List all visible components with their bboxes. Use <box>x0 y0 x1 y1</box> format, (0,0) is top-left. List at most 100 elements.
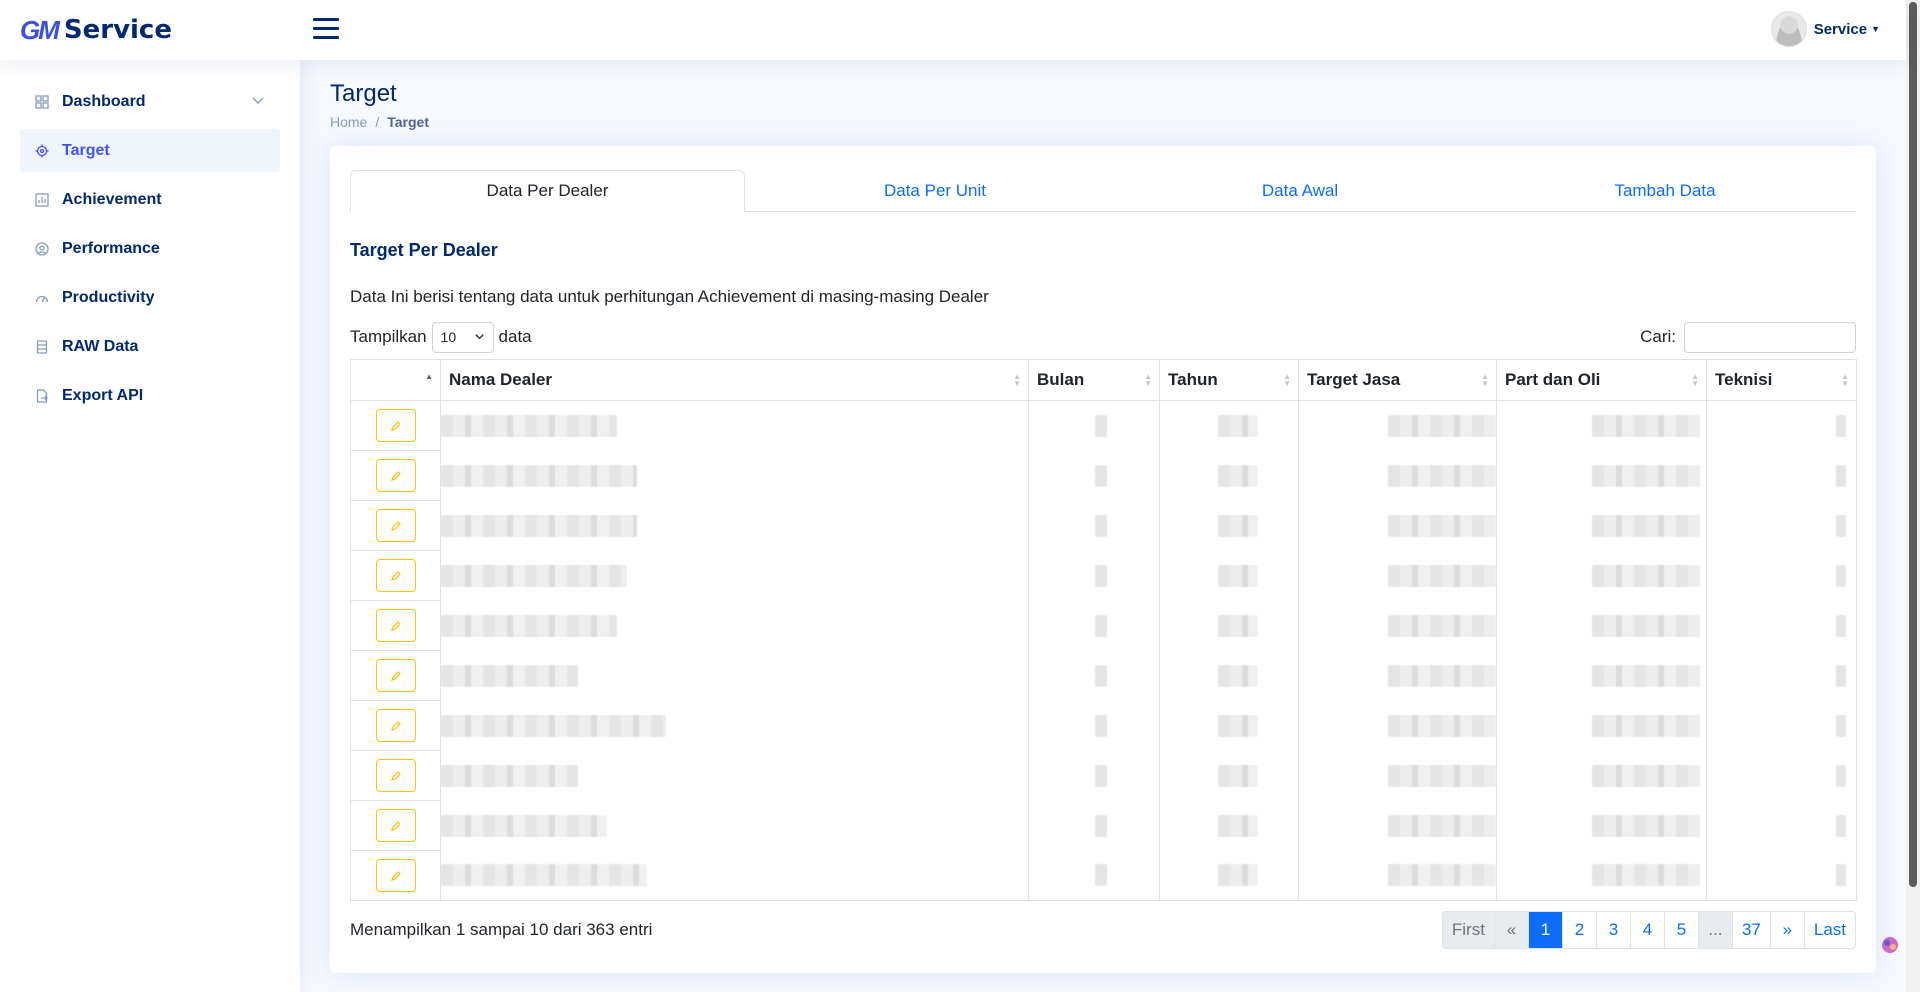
scrollbar-thumb[interactable] <box>1909 2 1917 887</box>
part-dan-oli-cell <box>1496 750 1707 801</box>
column-header-target-jasa[interactable]: Target Jasa ▲ ▼ <box>1298 359 1497 401</box>
target-jasa-cell <box>1298 850 1497 901</box>
sidebar-item-performance[interactable]: Performance <box>20 227 280 270</box>
profile-name: Service <box>1813 20 1868 38</box>
part-dan-oli-cell <box>1496 650 1707 701</box>
target-card: Data Per Dealer Data Per Unit Data Awal … <box>330 146 1876 973</box>
length-suffix-label: data <box>498 327 532 346</box>
edit-button[interactable] <box>375 609 416 642</box>
column-header-tahun[interactable]: Tahun ▲ ▼ <box>1159 359 1299 401</box>
pencil-icon <box>390 620 401 631</box>
brand-logo[interactable]: GM Service <box>0 15 300 46</box>
target-jasa-cell <box>1298 400 1497 451</box>
bulan-cell <box>1028 400 1160 451</box>
sidebar-item-dashboard[interactable]: Dashboard <box>20 80 280 123</box>
table-row <box>350 550 1857 601</box>
bulan-cell <box>1028 850 1160 901</box>
teknisi-cell <box>1706 400 1857 451</box>
sort-icon: ▲ ▼ <box>1144 372 1152 388</box>
vertical-scrollbar[interactable] <box>1906 0 1920 992</box>
dealer-name-cell <box>440 850 1029 901</box>
pencil-icon <box>390 420 401 431</box>
page-link: First <box>1442 912 1494 948</box>
menu-toggle-icon[interactable] <box>313 18 339 40</box>
bulan-cell <box>1028 600 1160 651</box>
pencil-icon <box>390 670 401 681</box>
pencil-icon <box>390 720 401 731</box>
table-row <box>350 800 1857 851</box>
page-link[interactable]: 1 <box>1527 912 1562 948</box>
column-header-part-dan-oli[interactable]: Part dan Oli ▲ ▼ <box>1496 359 1707 401</box>
dealer-name-cell <box>440 450 1029 501</box>
tab-tambah-data[interactable]: Tambah Data <box>1475 170 1855 212</box>
pencil-icon <box>390 570 401 581</box>
tahun-cell <box>1159 400 1299 451</box>
length-prefix-label: Tampilkan <box>350 327 427 346</box>
page-link[interactable]: 5 <box>1663 912 1698 948</box>
edit-button[interactable] <box>375 409 416 442</box>
dealer-name-cell <box>440 500 1029 551</box>
breadcrumb-home[interactable]: Home <box>330 114 367 130</box>
tahun-cell <box>1159 650 1299 701</box>
action-cell <box>350 850 441 901</box>
page-link[interactable]: » <box>1769 912 1804 948</box>
edit-button[interactable] <box>375 559 416 592</box>
sidebar-item-export-api[interactable]: Export API <box>20 374 280 417</box>
edit-button[interactable] <box>375 659 416 692</box>
sort-icon: ▲ ▼ <box>1283 372 1291 388</box>
table-controls: Tampilkan 10 data Cari: <box>350 321 1856 353</box>
column-header-bulan[interactable]: Bulan ▲ ▼ <box>1028 359 1160 401</box>
sidebar-item-target[interactable]: Target <box>20 129 280 172</box>
bar-chart-icon <box>35 192 49 207</box>
avatar <box>1770 11 1807 47</box>
tab-data-awal[interactable]: Data Awal <box>1125 170 1475 212</box>
part-dan-oli-cell <box>1496 450 1707 501</box>
tab-data-per-dealer[interactable]: Data Per Dealer <box>350 170 745 212</box>
sidebar: Dashboard Target Achievement Performance… <box>0 60 300 992</box>
page-link[interactable]: 37 <box>1731 912 1770 948</box>
page-link[interactable]: 4 <box>1629 912 1664 948</box>
column-header-nama-dealer[interactable]: Nama Dealer ▲ ▼ <box>440 359 1029 401</box>
action-cell <box>350 650 441 701</box>
table-header-row: ▲ Nama Dealer ▲ ▼ Bulan ▲ ▼ Tahun ▲ ▼ Target J… <box>350 359 1857 401</box>
sidebar-item-achievement[interactable]: Achievement <box>20 178 280 221</box>
pagination: First «1 2 3 4 5... 37» Last <box>1441 911 1856 949</box>
bulan-cell <box>1028 500 1160 551</box>
target-jasa-cell <box>1298 800 1497 851</box>
edit-button[interactable] <box>375 859 416 892</box>
page-link[interactable]: 2 <box>1561 912 1596 948</box>
profile-dropdown[interactable]: Service ▼ <box>1770 11 1880 47</box>
page-link[interactable]: Last <box>1803 912 1855 948</box>
target-jasa-cell <box>1298 600 1497 651</box>
edit-button[interactable] <box>375 509 416 542</box>
breadcrumb-separator: / <box>375 114 380 130</box>
page-length-select[interactable]: 10 <box>431 321 494 353</box>
brain-icon[interactable] <box>1880 935 1900 955</box>
sidebar-item-raw-data[interactable]: RAW Data <box>20 325 280 368</box>
edit-button[interactable] <box>375 459 416 492</box>
edit-button[interactable] <box>375 809 416 842</box>
action-cell <box>350 800 441 851</box>
edit-button[interactable] <box>375 759 416 792</box>
dealer-name-cell <box>440 750 1029 801</box>
edit-button[interactable] <box>375 709 416 742</box>
speedometer-icon <box>35 291 49 305</box>
target-jasa-cell <box>1298 550 1497 601</box>
action-cell <box>350 450 441 501</box>
column-header-teknisi[interactable]: Teknisi ▲ ▼ <box>1706 359 1857 401</box>
page-length-value: 10 <box>440 329 457 345</box>
page-link[interactable]: 3 <box>1595 912 1630 948</box>
table-body <box>350 400 1857 901</box>
sort-icon: ▲ ▼ <box>1481 372 1489 388</box>
table-row <box>350 700 1857 751</box>
action-cell <box>350 600 441 651</box>
search-input[interactable] <box>1684 321 1856 353</box>
top-header: GM Service Service ▼ <box>0 0 1906 60</box>
dealer-name-cell <box>440 550 1029 601</box>
page-title: Target <box>330 80 397 107</box>
column-header-action[interactable]: ▲ <box>350 359 441 401</box>
tab-data-per-unit[interactable]: Data Per Unit <box>745 170 1125 212</box>
sidebar-item-productivity[interactable]: Productivity <box>20 276 280 319</box>
pencil-icon <box>390 770 401 781</box>
page-length-control: Tampilkan 10 data <box>350 321 532 353</box>
